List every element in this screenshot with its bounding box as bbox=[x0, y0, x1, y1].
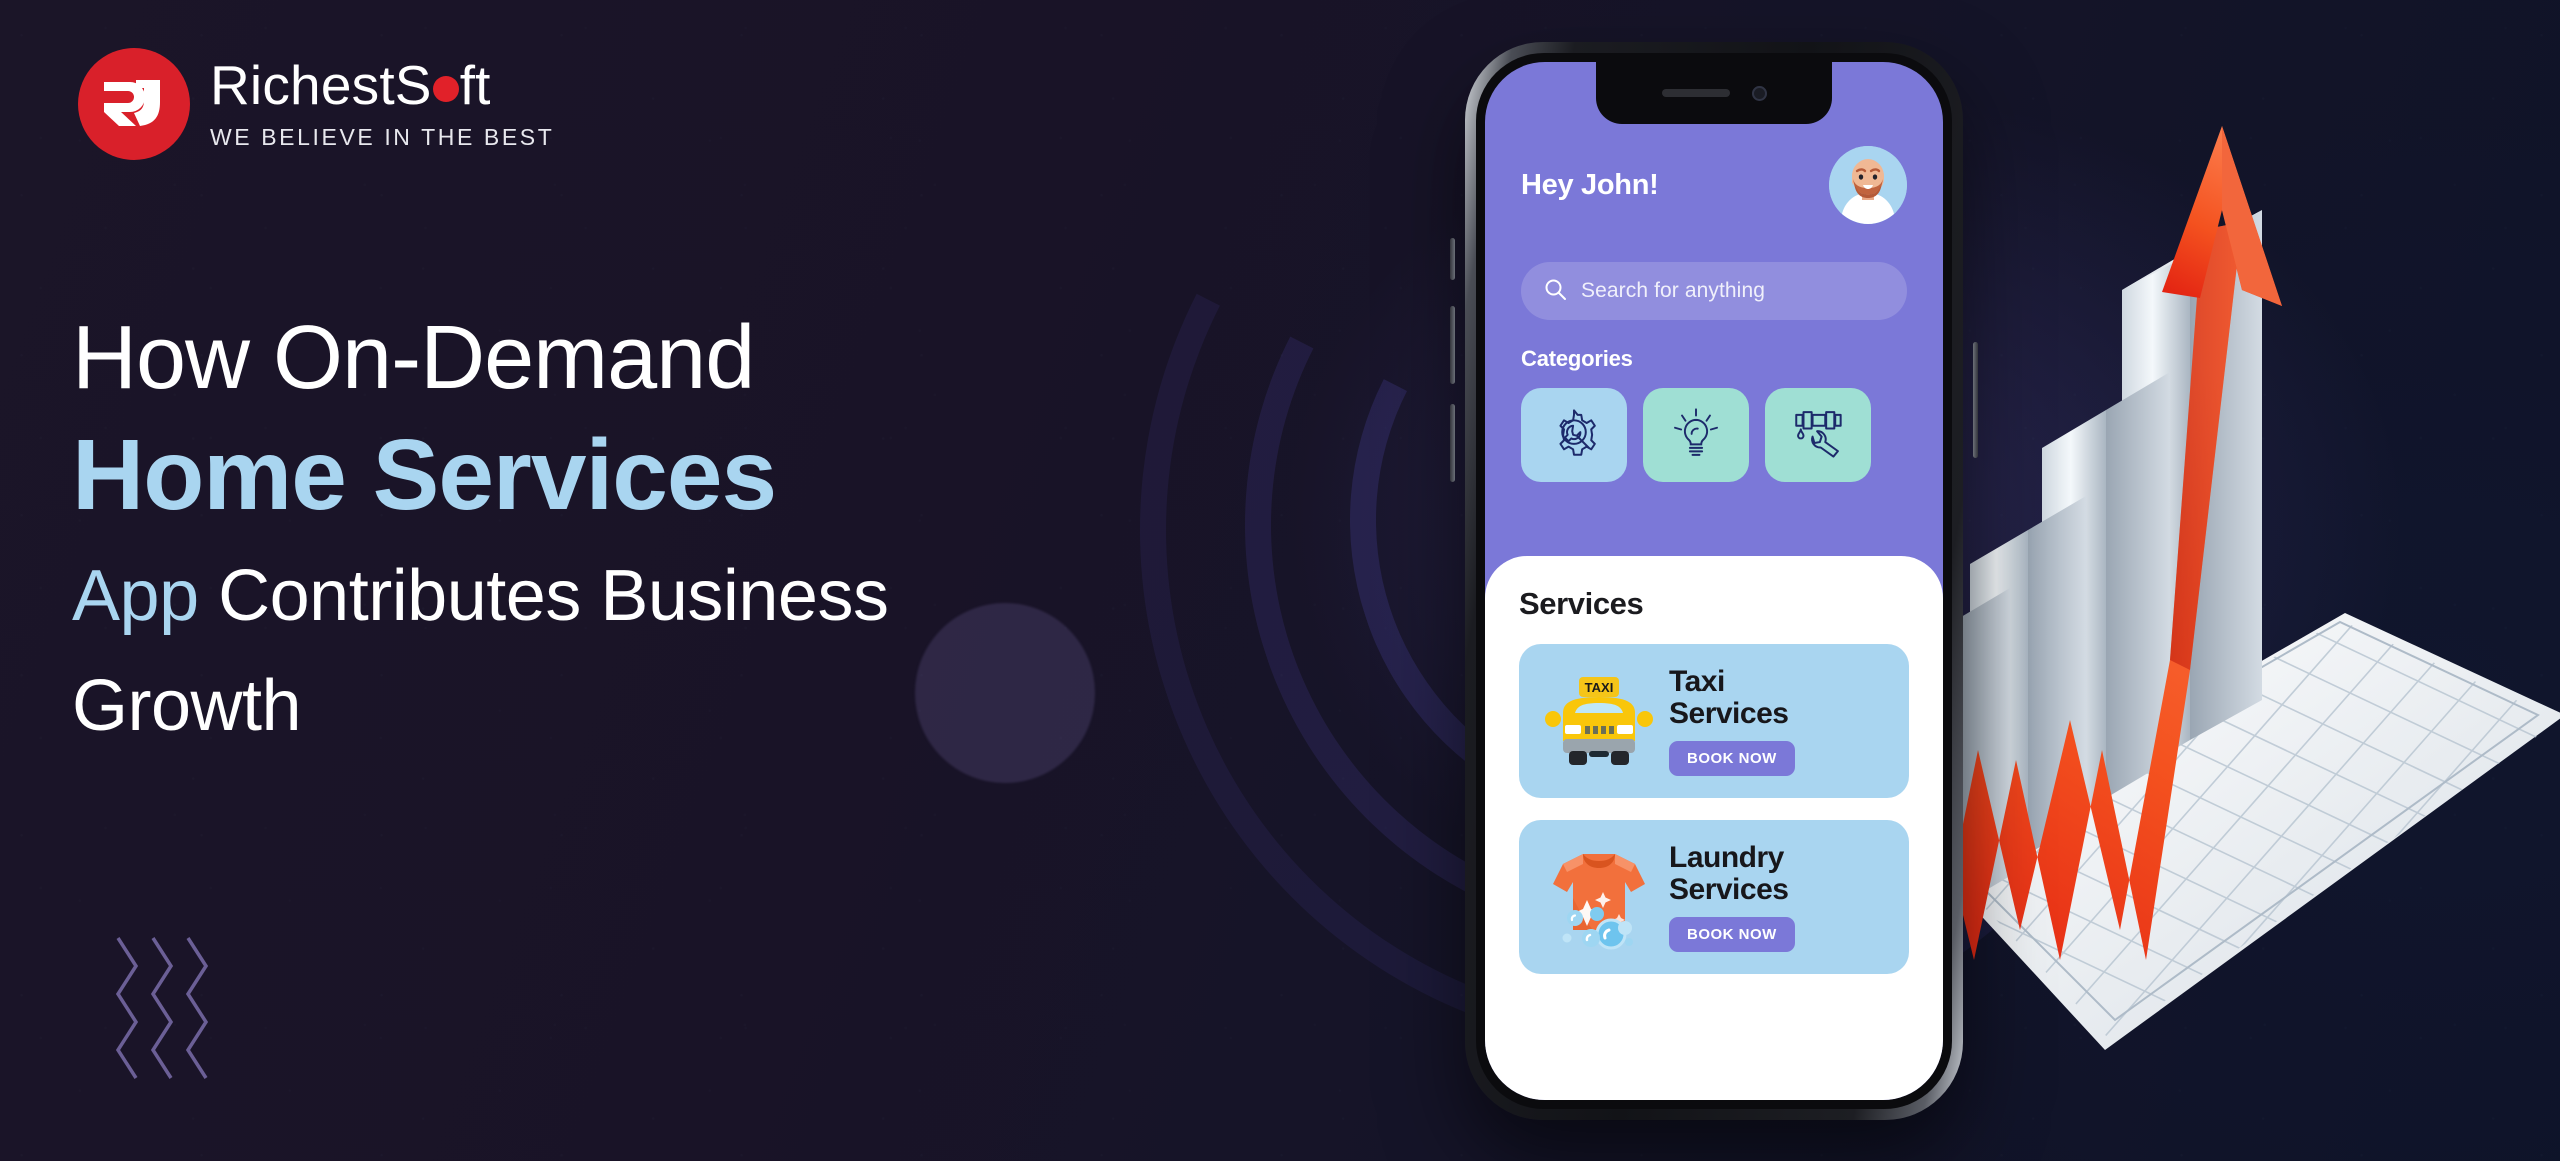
phone-volume-up-button[interactable] bbox=[1450, 306, 1455, 384]
categories-row bbox=[1521, 388, 1907, 482]
service-name-line1: Taxi bbox=[1669, 664, 1725, 698]
phone-power-button[interactable] bbox=[1973, 342, 1978, 458]
headline-line-4: Growth bbox=[72, 666, 302, 747]
categories-title: Categories bbox=[1521, 346, 1633, 371]
service-card-taxi[interactable]: TAXI Taxi Services BOOK NOW bbox=[1519, 644, 1909, 798]
svg-text:TAXI: TAXI bbox=[1585, 680, 1614, 695]
brand-name-part1: RichestS bbox=[210, 53, 432, 116]
phone-silent-switch[interactable] bbox=[1450, 238, 1455, 280]
book-now-button-laundry[interactable]: BOOK NOW bbox=[1669, 917, 1795, 953]
brand-logo[interactable]: RichestS ft WE BELIEVE IN THE BEST bbox=[78, 48, 554, 160]
headline-block: How On-Demand Home Services App Contribu… bbox=[72, 308, 1252, 750]
phone-mockup: Hey John! Search for anything Categories… bbox=[1450, 42, 1978, 1120]
greeting-text: Hey John! bbox=[1521, 168, 1659, 201]
service-name-line1: Laundry bbox=[1669, 840, 1784, 874]
brand-name: RichestS ft bbox=[210, 57, 554, 113]
search-icon bbox=[1543, 277, 1567, 306]
zigzag-decoration bbox=[110, 928, 230, 1103]
headline-line-1: How On-Demand bbox=[72, 308, 755, 408]
brand-name-part2: ft bbox=[459, 53, 491, 116]
book-now-button-taxi[interactable]: BOOK NOW bbox=[1669, 741, 1795, 777]
headline-accent-word: App bbox=[72, 555, 199, 636]
category-tile-plumbing[interactable] bbox=[1765, 388, 1871, 482]
front-camera-icon bbox=[1751, 85, 1767, 101]
category-tile-repair[interactable] bbox=[1521, 388, 1627, 482]
headline-line-3-rest: Contributes Business bbox=[218, 555, 889, 636]
rs-monogram-icon bbox=[78, 48, 190, 160]
phone-notch bbox=[1596, 62, 1832, 124]
headline-line-2: Home Services bbox=[72, 418, 777, 531]
service-name-line2: Services bbox=[1669, 872, 1789, 906]
lightbulb-icon bbox=[1668, 405, 1724, 466]
app-header: Hey John! Search for anything Categories bbox=[1485, 62, 1943, 482]
category-tile-electrical[interactable] bbox=[1643, 388, 1749, 482]
tshirt-bubbles-icon bbox=[1535, 837, 1663, 957]
headline-line-3: App Contributes Business bbox=[72, 553, 1252, 639]
phone-volume-down-button[interactable] bbox=[1450, 404, 1455, 482]
services-panel: Services TAXI Taxi Services BOOK NOW Lau… bbox=[1485, 556, 1943, 1100]
pipe-wrench-icon bbox=[1789, 404, 1847, 467]
earpiece-speaker-icon bbox=[1661, 89, 1730, 97]
app-screen: Hey John! Search for anything Categories… bbox=[1485, 62, 1943, 1100]
brand-dot-icon bbox=[432, 75, 459, 102]
search-input[interactable]: Search for anything bbox=[1521, 262, 1907, 320]
taxi-icon: TAXI bbox=[1535, 661, 1663, 781]
gear-wrench-icon bbox=[1545, 404, 1603, 467]
service-name-line2: Services bbox=[1669, 696, 1789, 730]
avatar[interactable] bbox=[1829, 146, 1907, 224]
services-title: Services bbox=[1519, 586, 1644, 621]
search-placeholder: Search for anything bbox=[1581, 279, 1766, 302]
3d-growth-bar-chart bbox=[1820, 60, 2560, 1161]
service-card-laundry[interactable]: Laundry Services BOOK NOW bbox=[1519, 820, 1909, 974]
brand-tagline: WE BELIEVE IN THE BEST bbox=[210, 123, 555, 150]
